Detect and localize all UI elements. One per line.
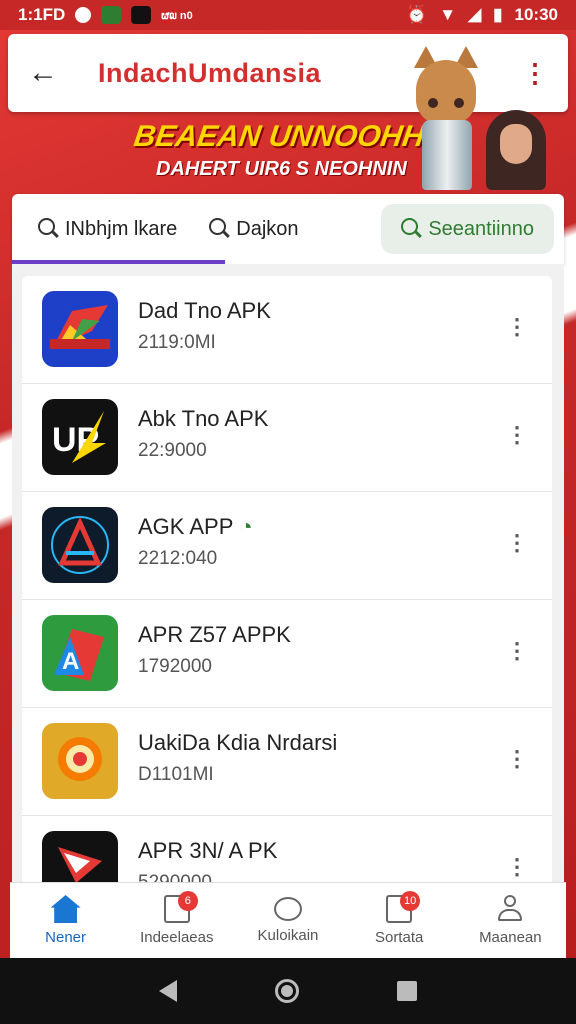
app-title: UakiDa Kdia Nrdarsi: [138, 730, 338, 755]
svg-text:A: A: [62, 648, 79, 675]
nav-box[interactable]: 10 Sortata: [349, 891, 449, 946]
cat-knight-illustration: [412, 46, 480, 190]
system-recents-icon[interactable]: [397, 981, 417, 1001]
app-title: APR Z57 APPK: [138, 622, 291, 647]
app-icon-dad-tno: [42, 291, 118, 367]
search-icon: [401, 217, 419, 241]
battery-icon: ▮: [493, 5, 503, 24]
tab-label: Seeantiinno: [428, 217, 534, 240]
app-icon-apr-3n: [42, 831, 118, 884]
app-list: Dad Tno APK 2119:0MI ⋮ UP Abk Tno APK 22…: [22, 276, 552, 884]
app-notification-icon-dark: [131, 6, 152, 24]
back-arrow-icon[interactable]: ←: [28, 56, 68, 90]
system-navigation-bar: [0, 958, 576, 1024]
app-icon-apr-z57: A: [42, 615, 118, 691]
document-icon: 6: [163, 891, 198, 923]
nav-label: Indeelaeas: [140, 929, 214, 946]
promo-banner[interactable]: BEAEAN UNNOOHHIR! DAHERT UIR6 S NEOHNIN: [0, 46, 576, 194]
tab-search-2[interactable]: Dajkon: [193, 203, 314, 255]
more-options-icon[interactable]: ⋮: [506, 748, 528, 770]
tab-search-1[interactable]: INbhjm lkare: [22, 203, 193, 255]
notification-badge: 6: [177, 891, 198, 911]
status-bar: 1:1FD ຜ໙ n0 ⏰ ▼ ◢ ▮ 10:30: [0, 0, 576, 30]
more-options-icon[interactable]: ⋮: [506, 856, 528, 878]
more-options-icon[interactable]: ⋮: [506, 532, 528, 554]
bottom-navigation: Nener 6 Indeelaeas Kuloikain 10 Sortata …: [10, 882, 566, 958]
verified-badge-icon: ◔: [239, 514, 253, 539]
list-item[interactable]: UP Abk Tno APK 22:9000 ⋮: [22, 384, 552, 492]
signal-icon: ◢: [468, 5, 482, 24]
app-icon-agk-app: [42, 507, 118, 583]
promo-subtitle: DAHERT UIR6 S NEOHNIN: [156, 158, 407, 180]
list-item[interactable]: UakiDa Kdia Nrdarsi D1101MI ⋮: [22, 708, 552, 816]
app-size: 1792000: [138, 656, 212, 677]
nav-label: Kuloikain: [257, 927, 319, 944]
nav-home[interactable]: Nener: [16, 895, 116, 946]
app-bar: ← IndachUmdansia ⋮: [8, 34, 568, 112]
tab-label: Dajkon: [236, 217, 299, 240]
status-time-right: 10:30: [514, 5, 558, 24]
notification-badge: 10: [400, 891, 421, 911]
home-icon: [50, 895, 81, 923]
app-size: 2212:040: [138, 548, 218, 569]
system-back-icon[interactable]: [159, 980, 177, 1002]
app-title: Abk Tno APK: [138, 406, 269, 431]
app-title: Dad Tno APK: [138, 298, 271, 323]
app-title-text: AGK APP: [138, 514, 234, 539]
app-size: D1101MI: [138, 764, 214, 785]
nav-profile[interactable]: Maanean: [460, 895, 560, 946]
nav-documents[interactable]: 6 Indeelaeas: [127, 891, 227, 946]
woman-portrait-illustration: [486, 110, 546, 190]
app-size: 22:9000: [138, 440, 207, 461]
tab-label: INbhjm lkare: [65, 217, 178, 240]
search-icon: [38, 217, 55, 241]
nav-label: Nener: [45, 929, 87, 946]
list-item[interactable]: Dad Tno APK 2119:0MI ⋮: [22, 276, 552, 384]
alarm-icon: ⏰: [406, 5, 428, 24]
notification-icon: [75, 7, 92, 23]
tab-search-3-chip[interactable]: Seeantiinno: [381, 204, 554, 254]
status-small-text: ຜ໙ n0: [161, 9, 193, 22]
nav-label: Maanean: [479, 929, 542, 946]
overflow-menu-icon[interactable]: ⋮: [522, 60, 548, 86]
app-title: APR 3N/ A PK: [138, 838, 278, 863]
box-icon: 10: [386, 891, 421, 923]
app-size: 2119:0MI: [138, 332, 216, 353]
app-title: AGK APP ◔: [138, 514, 253, 540]
status-time-left: 1:1FD: [18, 5, 66, 24]
search-tabs: INbhjm lkare Dajkon Seeantiinno: [12, 194, 564, 264]
more-options-icon[interactable]: ⋮: [506, 424, 528, 446]
nav-chat[interactable]: Kuloikain: [238, 897, 338, 944]
app-title: IndachUmdansia: [98, 57, 322, 88]
system-home-icon[interactable]: [275, 979, 299, 1003]
app-list-container[interactable]: Dad Tno APK 2119:0MI ⋮ UP Abk Tno APK 22…: [12, 264, 564, 884]
chat-icon: [273, 897, 302, 921]
more-options-icon[interactable]: ⋮: [506, 316, 528, 338]
user-icon: [496, 895, 524, 923]
list-item[interactable]: APR 3N/ A PK 5290000 ⋮: [22, 816, 552, 884]
app-icon-abk-tno: UP: [42, 399, 118, 475]
list-item[interactable]: AGK APP ◔ 2212:040 ⋮: [22, 492, 552, 600]
more-options-icon[interactable]: ⋮: [506, 640, 528, 662]
app-notification-icon: [101, 6, 122, 24]
list-item[interactable]: A APR Z57 APPK 1792000 ⋮: [22, 600, 552, 708]
wifi-icon: ▼: [439, 5, 457, 24]
nav-label: Sortata: [374, 929, 424, 946]
search-icon: [209, 217, 227, 241]
app-icon-uakida: [42, 723, 118, 799]
